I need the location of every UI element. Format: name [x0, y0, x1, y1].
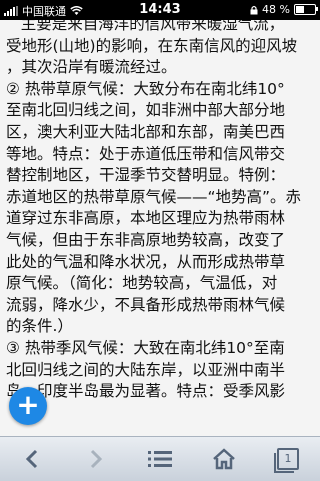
web-content[interactable]: 主要是来自海洋的信风带来暖湿气流， 受地形(山地)的影响，在东南信风的迎风坡 ，其次… — [0, 20, 320, 436]
article-line: 主要是来自海洋的信风带来暖湿气流， — [6, 20, 285, 33]
back-button[interactable] — [12, 439, 52, 479]
menu-button[interactable] — [140, 439, 180, 479]
tabs-button[interactable]: 1 — [268, 439, 308, 479]
tabs-icon: 1 — [274, 448, 299, 473]
forward-icon — [90, 449, 103, 469]
article-line: 的条件.） — [6, 317, 73, 336]
status-right: 48 % — [250, 3, 318, 16]
article-line: ③ 热带季风气候：大致在南北纬10°至南 — [6, 338, 285, 357]
article-line: 等地。特点：处于赤道低压带和信风带交 — [6, 144, 286, 163]
add-button[interactable]: + — [9, 387, 47, 425]
article-line: 赤道地区的热带草原气候——“地势高”。赤 — [6, 187, 302, 206]
article-line: 此处的气温和降水状况，从而形成热带草 — [6, 252, 286, 271]
home-icon — [213, 448, 235, 470]
article-line: 受地形(山地)的影响，在东南信风的迎风坡 — [6, 36, 298, 55]
article-line: 至南北回归线之间，如非洲中部大部分地 — [6, 101, 286, 120]
article-line: 道穿过东非高原，本地区理应为热带雨林 — [6, 209, 286, 228]
battery-icon — [294, 4, 318, 15]
article-line: 岛、印度半岛最为显著。特点：受季风影 — [6, 382, 286, 401]
home-button[interactable] — [204, 439, 244, 479]
menu-icon — [148, 451, 172, 467]
article-line: 北回归线之间的大陆东岸，以亚洲中南半 — [6, 360, 286, 379]
tab-count: 1 — [284, 452, 292, 465]
status-bar: 中国联通 14:43 48 % — [0, 0, 320, 20]
forward-button[interactable] — [76, 439, 116, 479]
back-icon — [25, 449, 38, 469]
article-line: ② 热带草原气候：大致分布在南北纬10° — [6, 79, 285, 98]
article-line: 替控制地区，干湿季节交替明显。特例： — [6, 166, 286, 185]
article-line: 流弱，降水少，不具备形成热带雨林气候 — [6, 295, 286, 314]
plus-icon: + — [16, 388, 40, 421]
article-line: 区，澳大利亚大陆北部和东部，南美巴西 — [6, 122, 286, 141]
article-line: ，其次沿岸有暖流经过。 — [6, 58, 177, 77]
article-line: 气候，但由于东非高原地势较高，改变了 — [6, 230, 286, 249]
lock-icon — [250, 5, 258, 14]
article-line: 原气候。（简化：地势较高，气温低，对 — [6, 274, 278, 293]
browser-toolbar: 1 — [0, 436, 320, 481]
battery-fill — [296, 6, 305, 13]
article-text: 主要是来自海洋的信风带来暖湿气流， 受地形(山地)的影响，在东南信风的迎风坡 ，其次… — [6, 20, 316, 403]
battery-percent: 48 % — [262, 3, 290, 16]
